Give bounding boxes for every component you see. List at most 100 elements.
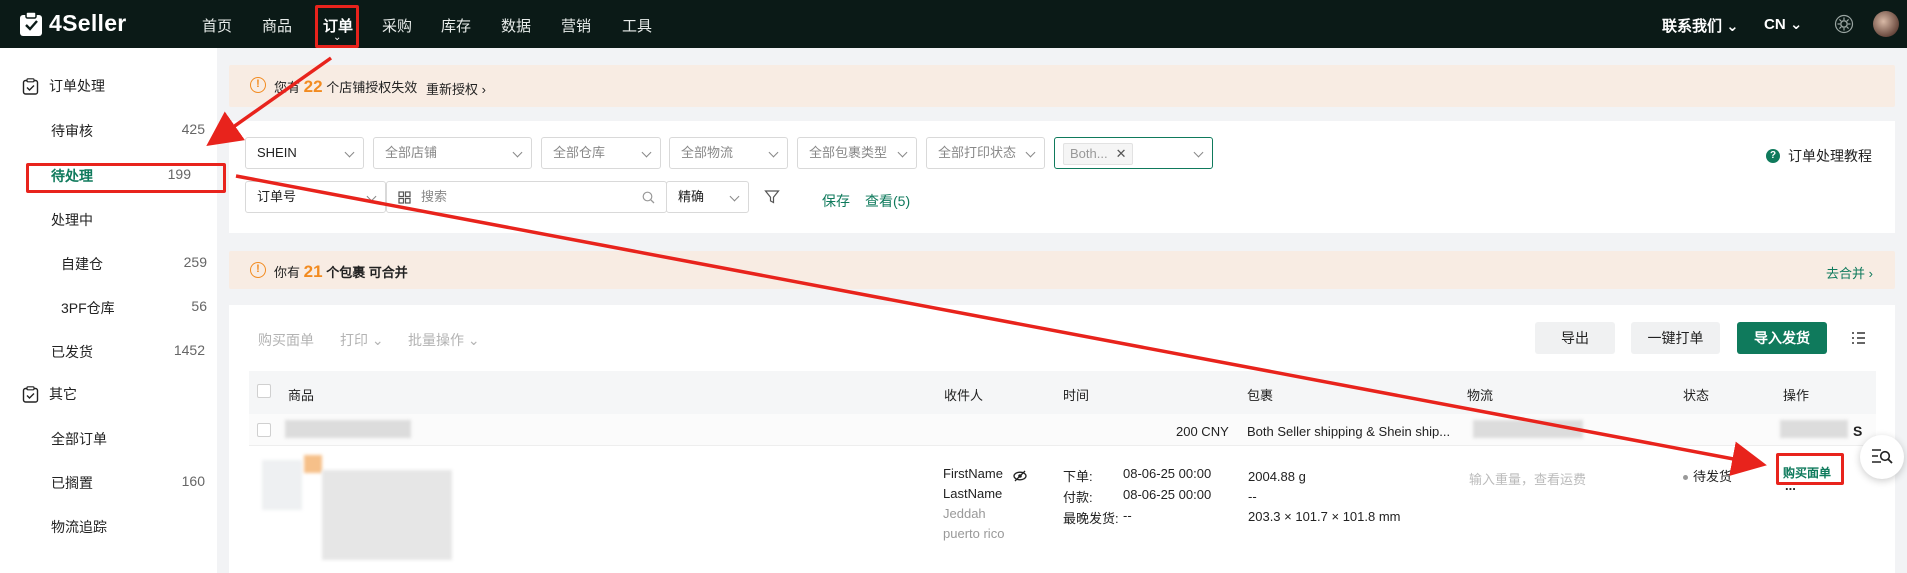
search-field-value: 订单号 bbox=[257, 189, 297, 204]
print-status-select[interactable]: 全部打印状态 bbox=[926, 137, 1045, 169]
brand-logo[interactable]: 4Seller bbox=[18, 10, 127, 37]
nav-tools[interactable]: 工具 bbox=[622, 15, 652, 36]
clipboard-logo-icon bbox=[20, 10, 42, 36]
nav-purchase[interactable]: 采购 bbox=[382, 15, 412, 36]
order-time-value: 08-06-25 00:00 bbox=[1123, 466, 1212, 481]
sidebar-count-shipped: 1452 bbox=[173, 342, 205, 358]
nav-home[interactable]: 首页 bbox=[202, 15, 232, 36]
sidebar-item-pending-review[interactable]: 待审核 bbox=[51, 121, 93, 141]
floating-search-button[interactable] bbox=[1860, 435, 1904, 479]
store-value: 全部店铺 bbox=[385, 145, 438, 160]
selected-tag-label: Both... bbox=[1070, 146, 1108, 161]
nav-inventory[interactable]: 库存 bbox=[441, 15, 471, 36]
view-saved-filters-button[interactable]: 查看(5) bbox=[865, 191, 910, 211]
ship-deadline-label: 最晚发货: bbox=[1063, 511, 1119, 526]
nav-data[interactable]: 数据 bbox=[501, 15, 531, 36]
col-logistics: 物流 bbox=[1467, 388, 1494, 403]
go-merge-link[interactable]: 去合并 › bbox=[1826, 263, 1873, 282]
tutorial-link[interactable]: ? 订单处理教程 bbox=[1766, 146, 1872, 166]
chevron-down-icon bbox=[344, 147, 355, 158]
nav-marketing[interactable]: 营销 bbox=[561, 15, 591, 36]
sidebar-item-processing[interactable]: 处理中 bbox=[51, 210, 93, 230]
warehouse-value: 全部仓库 bbox=[553, 145, 606, 160]
eye-hidden-icon[interactable] bbox=[1013, 470, 1027, 482]
match-mode-select[interactable]: 精确 bbox=[666, 181, 749, 213]
blurred-product-info bbox=[322, 470, 452, 560]
batch-ops-menu[interactable]: 批量操作 ⌄ bbox=[408, 330, 480, 350]
one-click-print-button[interactable]: 一键打单 bbox=[1631, 322, 1720, 354]
search-input[interactable]: 搜索 bbox=[386, 181, 667, 213]
warning-icon: ! bbox=[250, 77, 266, 93]
column-settings-icon[interactable] bbox=[1851, 331, 1866, 345]
chevron-down-icon bbox=[512, 147, 523, 158]
logistics-select[interactable]: 全部物流 bbox=[669, 137, 788, 169]
package-weight: 2004.88 g bbox=[1248, 469, 1306, 484]
select-all-checkbox[interactable] bbox=[257, 384, 271, 398]
search-field-select[interactable]: 订单号 bbox=[245, 181, 386, 213]
sidebar-item-3pf-warehouse[interactable]: 3PF仓库 bbox=[61, 298, 115, 318]
sidebar-count-pending-review: 425 bbox=[181, 121, 205, 137]
scan-grid-icon bbox=[398, 191, 411, 204]
col-package: 包裹 bbox=[1247, 388, 1274, 403]
merge-packages-banner bbox=[229, 251, 1895, 289]
merge-packages-text: 你有 21 个包裹 可合并 bbox=[274, 262, 408, 282]
user-avatar[interactable] bbox=[1873, 11, 1899, 37]
brand-name: 4Seller bbox=[49, 10, 127, 36]
warehouse-select[interactable]: 全部仓库 bbox=[541, 137, 661, 169]
package-dimensions: 203.3 × 101.7 × 101.8 mm bbox=[1248, 509, 1401, 524]
ship-deadline-value: -- bbox=[1123, 508, 1132, 523]
reauthorize-label: 重新授权 bbox=[426, 82, 479, 97]
shipping-mode: Both Seller shipping & Shein ship... bbox=[1247, 424, 1451, 439]
col-action: 操作 bbox=[1783, 388, 1810, 403]
language-label: CN bbox=[1764, 16, 1786, 33]
close-icon[interactable]: ✕ bbox=[1116, 146, 1127, 161]
blurred-logistics bbox=[1473, 420, 1583, 438]
batch-label: 批量操作 bbox=[408, 332, 464, 348]
sidebar-group-other[interactable]: 其它 bbox=[22, 384, 77, 404]
order-summary-row bbox=[249, 414, 1876, 446]
contact-menu[interactable]: 联系我们 ⌄ bbox=[1662, 15, 1739, 36]
sidebar-group-order-processing[interactable]: 订单处理 bbox=[22, 76, 105, 96]
recipient-region: puerto rico bbox=[943, 526, 1005, 541]
sidebar-item-shipped[interactable]: 已发货 bbox=[51, 342, 93, 362]
package-type-select[interactable]: 全部包裹类型 bbox=[797, 137, 917, 169]
export-button[interactable]: 导出 bbox=[1535, 322, 1615, 354]
search-icon[interactable] bbox=[642, 191, 655, 204]
settings-gear-icon[interactable] bbox=[1834, 14, 1854, 34]
save-filter-button[interactable]: 保存 bbox=[822, 191, 850, 211]
sidebar-item-self-warehouse[interactable]: 自建仓 bbox=[61, 254, 103, 274]
platform-select[interactable]: SHEIN bbox=[245, 137, 364, 169]
print-menu[interactable]: 打印 ⌄ bbox=[340, 330, 384, 350]
chevron-down-icon bbox=[1193, 147, 1204, 158]
print-status-value: 全部打印状态 bbox=[938, 145, 1017, 160]
package-type-value: 全部包裹类型 bbox=[809, 145, 888, 160]
logistics-hint[interactable]: 输入重量，查看运费 bbox=[1469, 469, 1586, 488]
nav-products[interactable]: 商品 bbox=[262, 15, 292, 36]
sidebar-item-all-orders[interactable]: 全部订单 bbox=[51, 429, 107, 449]
store-select[interactable]: 全部店铺 bbox=[373, 137, 532, 169]
buy-label-bulk-button[interactable]: 购买面单 bbox=[258, 330, 314, 350]
reauthorize-link[interactable]: 重新授权 › bbox=[426, 79, 486, 98]
row-checkbox[interactable] bbox=[257, 423, 271, 437]
platform-value: SHEIN bbox=[257, 145, 297, 160]
sidebar-count-3pf-warehouse: 56 bbox=[191, 298, 207, 314]
pay-time-value: 08-06-25 00:00 bbox=[1123, 487, 1212, 502]
contact-label: 联系我们 bbox=[1662, 18, 1723, 35]
col-time: 时间 bbox=[1063, 388, 1090, 403]
auth-expired-count: 22 bbox=[303, 77, 323, 96]
sidebar-item-on-hold[interactable]: 已搁置 bbox=[51, 473, 93, 493]
tag-multiselect[interactable]: Both... ✕ bbox=[1054, 137, 1213, 169]
language-select[interactable]: CN ⌄ bbox=[1764, 15, 1802, 33]
top-nav: 4Seller 首页 商品 订单 ⌄ 采购 库存 数据 营销 工具 联系我们 ⌄… bbox=[0, 0, 1907, 48]
pay-time-label: 付款: bbox=[1063, 490, 1093, 505]
chevron-down-icon bbox=[1025, 147, 1036, 158]
filter-funnel-icon[interactable] bbox=[764, 189, 780, 205]
sidebar: 订单处理 待审核 425 待处理 199 处理中 自建仓 259 3PF仓库 5… bbox=[0, 48, 217, 573]
import-ship-button[interactable]: 导入发货 bbox=[1737, 322, 1827, 354]
annotation-box-orders bbox=[315, 5, 359, 48]
search-placeholder: 搜索 bbox=[421, 189, 448, 204]
logistics-value: 全部物流 bbox=[681, 145, 734, 160]
col-recipient: 收件人 bbox=[944, 388, 984, 403]
sidebar-item-tracking[interactable]: 物流追踪 bbox=[51, 517, 107, 537]
sidebar-group-label: 订单处理 bbox=[49, 78, 105, 94]
